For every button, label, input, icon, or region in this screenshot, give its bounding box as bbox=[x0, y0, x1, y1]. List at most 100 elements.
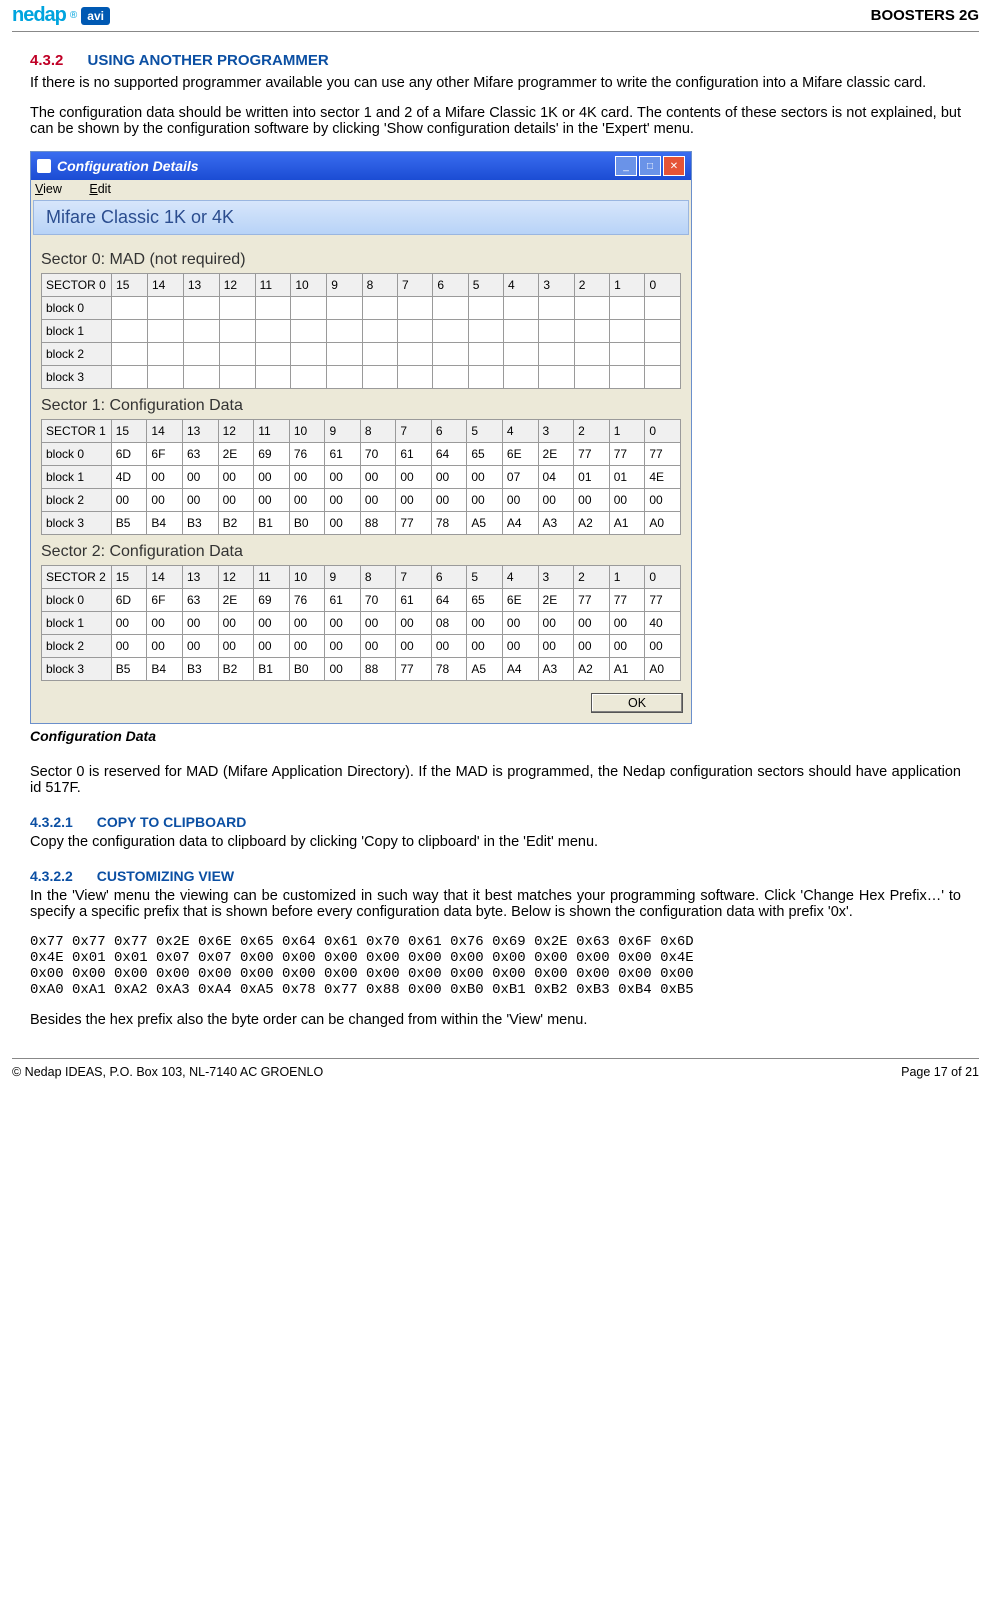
config-details-window: Configuration Details _ □ ✕ View Edit Mi… bbox=[30, 151, 692, 724]
cell: 61 bbox=[325, 443, 360, 466]
cell: 00 bbox=[183, 489, 219, 512]
table-header-cell: 5 bbox=[468, 274, 503, 297]
cell: B1 bbox=[254, 658, 290, 681]
cell: 00 bbox=[289, 635, 325, 658]
row-label: block 2 bbox=[42, 635, 112, 658]
cell: 00 bbox=[325, 466, 360, 489]
table-header-cell: 14 bbox=[147, 420, 183, 443]
table-row: block 3B5B4B3B2B1B000887778A5A4A3A2A1A0 bbox=[42, 658, 681, 681]
cell: 07 bbox=[502, 466, 538, 489]
sector-table-0: SECTOR 01514131211109876543210block 0blo… bbox=[41, 273, 681, 389]
footer-left: © Nedap IDEAS, P.O. Box 103, NL-7140 AC … bbox=[12, 1065, 323, 1079]
cell: 08 bbox=[431, 612, 466, 635]
row-label: block 0 bbox=[42, 297, 112, 320]
cell: 00 bbox=[111, 635, 147, 658]
cell bbox=[397, 366, 432, 389]
cell: A4 bbox=[502, 512, 538, 535]
cell bbox=[468, 297, 503, 320]
table-header-cell: 13 bbox=[183, 566, 219, 589]
cell bbox=[183, 297, 219, 320]
cell bbox=[183, 320, 219, 343]
table-header-cell: 12 bbox=[218, 420, 254, 443]
section-heading: 4.3.2 USING ANOTHER PROGRAMMER bbox=[30, 52, 961, 69]
subsection-2-title: CUSTOMIZING VIEW bbox=[97, 868, 234, 884]
section-title: USING ANOTHER PROGRAMMER bbox=[88, 52, 329, 69]
cell: 00 bbox=[183, 612, 219, 635]
cell: 00 bbox=[325, 489, 360, 512]
table-row: block 0 bbox=[42, 297, 681, 320]
cell: 69 bbox=[254, 443, 290, 466]
table-header-cell: 1 bbox=[610, 274, 645, 297]
cell bbox=[610, 343, 645, 366]
paragraph-5: In the 'View' menu the viewing can be cu… bbox=[30, 888, 961, 920]
cell: 00 bbox=[218, 489, 254, 512]
cell: A5 bbox=[467, 658, 503, 681]
menu-view[interactable]: View bbox=[35, 182, 74, 196]
cell: 00 bbox=[254, 635, 290, 658]
cell: 77 bbox=[645, 589, 681, 612]
page-header: nedap ® avi BOOSTERS 2G bbox=[12, 0, 979, 32]
cell: 64 bbox=[431, 443, 466, 466]
cell: A3 bbox=[538, 658, 574, 681]
cell bbox=[327, 366, 362, 389]
cell: 00 bbox=[111, 612, 147, 635]
ok-button[interactable]: OK bbox=[591, 693, 683, 713]
cell: 78 bbox=[431, 658, 466, 681]
table-header-cell: 9 bbox=[325, 420, 360, 443]
cell: 00 bbox=[147, 466, 183, 489]
cell bbox=[433, 343, 468, 366]
cell: 00 bbox=[574, 612, 610, 635]
header-product: BOOSTERS 2G bbox=[871, 7, 979, 24]
cell bbox=[468, 366, 503, 389]
cell: 76 bbox=[289, 443, 325, 466]
cell bbox=[255, 320, 291, 343]
cell: 00 bbox=[325, 612, 360, 635]
table-header-cell: 8 bbox=[360, 420, 395, 443]
cell: B3 bbox=[183, 658, 219, 681]
cell: 77 bbox=[574, 589, 610, 612]
table-header-cell: 11 bbox=[255, 274, 291, 297]
cell: A1 bbox=[609, 658, 645, 681]
table-row: block 2 bbox=[42, 343, 681, 366]
cell bbox=[327, 343, 362, 366]
cell bbox=[468, 320, 503, 343]
logo: nedap ® avi bbox=[12, 4, 110, 27]
minimize-button[interactable]: _ bbox=[615, 156, 637, 176]
cell bbox=[610, 297, 645, 320]
cell bbox=[291, 366, 327, 389]
cell: 00 bbox=[360, 489, 395, 512]
cell: A2 bbox=[574, 512, 610, 535]
close-button[interactable]: ✕ bbox=[663, 156, 685, 176]
table-row: block 06D6F632E697661706164656E2E777777 bbox=[42, 443, 681, 466]
table-header-cell: 13 bbox=[183, 274, 219, 297]
logo-text: nedap bbox=[12, 4, 66, 27]
cell bbox=[362, 297, 397, 320]
table-header-cell: 5 bbox=[467, 420, 503, 443]
cell bbox=[504, 366, 539, 389]
registered-mark: ® bbox=[70, 10, 77, 21]
table-header-cell: 13 bbox=[183, 420, 219, 443]
window-body: Sector 0: MAD (not required)SECTOR 01514… bbox=[31, 237, 691, 683]
maximize-button[interactable]: □ bbox=[639, 156, 661, 176]
cell bbox=[291, 343, 327, 366]
cell: A5 bbox=[467, 512, 503, 535]
cell bbox=[219, 343, 255, 366]
table-header-cell: 4 bbox=[502, 420, 538, 443]
cell: 76 bbox=[289, 589, 325, 612]
cell: 77 bbox=[574, 443, 610, 466]
page-footer: © Nedap IDEAS, P.O. Box 103, NL-7140 AC … bbox=[12, 1058, 979, 1085]
cell bbox=[112, 320, 148, 343]
table-row: block 100000000000000000008000000000040 bbox=[42, 612, 681, 635]
cell: A2 bbox=[574, 658, 610, 681]
cell: 00 bbox=[183, 635, 219, 658]
cell: 00 bbox=[289, 612, 325, 635]
paragraph-2: The configuration data should be written… bbox=[30, 105, 961, 137]
table-header-label: SECTOR 2 bbox=[42, 566, 112, 589]
menu-edit[interactable]: Edit bbox=[89, 182, 123, 196]
section-number: 4.3.2 bbox=[30, 52, 83, 69]
subsection-1-number: 4.3.2.1 bbox=[30, 814, 93, 830]
cell: A4 bbox=[502, 658, 538, 681]
cell: 63 bbox=[183, 443, 219, 466]
cell: 00 bbox=[467, 466, 503, 489]
cell: 65 bbox=[467, 443, 503, 466]
